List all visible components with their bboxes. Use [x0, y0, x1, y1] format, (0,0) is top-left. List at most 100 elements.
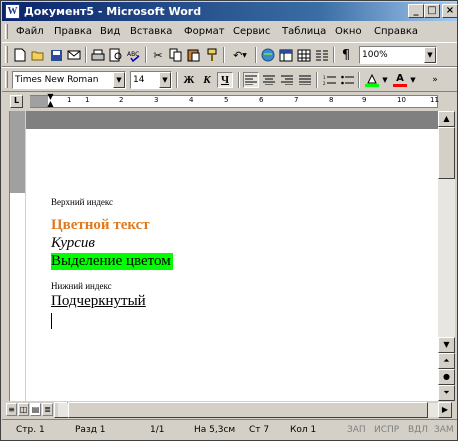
toolbar-separator — [85, 47, 87, 63]
vertical-scrollbar[interactable]: ▲ ▼ ⏶ ● ⏷ — [438, 111, 455, 401]
scroll-right-button[interactable]: ▶ — [438, 402, 452, 418]
menu-insert[interactable]: Вставка — [130, 26, 172, 37]
status-pages: 1/1 — [150, 425, 165, 435]
maximize-button[interactable]: □ — [424, 4, 440, 18]
ruler-number: 9 — [362, 96, 367, 104]
ruler-track[interactable] — [30, 95, 438, 108]
ruler-number: 2 — [119, 96, 124, 104]
bulleted-list-icon[interactable] — [339, 72, 355, 88]
normal-view-icon[interactable]: ≡ — [6, 403, 17, 416]
select-browse-object-button[interactable]: ● — [438, 369, 455, 385]
underline-button[interactable]: Ч — [217, 72, 233, 88]
indent-marker-icon[interactable]: ▼ ▲ — [46, 93, 55, 109]
chevron-down-icon[interactable]: ▼ — [159, 72, 171, 88]
font-color-icon[interactable]: A — [392, 72, 408, 88]
chevron-down-icon[interactable]: ▼ — [113, 72, 125, 88]
insert-table-icon[interactable] — [296, 47, 312, 63]
status-section: Разд 1 — [75, 425, 106, 435]
status-page: Стр. 1 — [16, 425, 45, 435]
font-size-select[interactable]: 14 ▼ — [130, 71, 172, 89]
highlighted-line[interactable]: Выделение цветом — [51, 253, 173, 270]
italic-line[interactable]: Курсив — [51, 235, 95, 252]
hyperlink-icon[interactable] — [260, 47, 276, 63]
status-overtype[interactable]: ЗАМ — [434, 425, 454, 435]
align-left-icon[interactable] — [243, 72, 259, 88]
toolbar-separator — [358, 72, 360, 88]
italic-button[interactable]: К — [199, 72, 215, 88]
toolbar-separator — [176, 72, 178, 88]
save-icon[interactable] — [48, 47, 64, 63]
horizontal-ruler[interactable]: L ▼ ▲ 1 1 2 3 4 5 6 7 8 9 10 11 — [2, 93, 457, 110]
font-color-dropdown-icon[interactable]: ▼ — [409, 72, 417, 88]
ruler-number: 1 — [85, 96, 90, 104]
columns-icon[interactable] — [314, 47, 330, 63]
menu-grip[interactable] — [5, 24, 8, 39]
toolbar-options-icon[interactable]: » — [430, 72, 440, 88]
open-folder-icon[interactable] — [30, 47, 46, 63]
new-document-icon[interactable] — [12, 47, 28, 63]
document-area[interactable]: Верхний индекс Цветной текст Курсив Выде… — [26, 111, 438, 401]
minimize-button[interactable]: _ — [408, 4, 424, 18]
chevron-down-icon[interactable]: ▼ — [424, 47, 436, 63]
toolbar-grip[interactable] — [5, 71, 8, 88]
justify-icon[interactable] — [297, 72, 313, 88]
email-icon[interactable] — [66, 47, 82, 63]
status-position: На 5,3см — [194, 425, 236, 435]
menu-file[interactable]: Файл — [16, 26, 44, 37]
next-page-button[interactable]: ⏷ — [438, 385, 455, 401]
horizontal-scroll-thumb[interactable] — [68, 402, 428, 418]
scroll-up-button[interactable]: ▲ — [438, 111, 455, 127]
vertical-ruler[interactable] — [9, 111, 25, 401]
align-center-icon[interactable] — [261, 72, 277, 88]
highlight-dropdown-icon[interactable]: ▼ — [381, 72, 389, 88]
menu-table[interactable]: Таблица — [282, 26, 326, 37]
print-icon[interactable] — [90, 47, 106, 63]
scroll-down-button[interactable]: ▼ — [438, 337, 455, 353]
scroll-thumb[interactable] — [438, 127, 455, 179]
tab-selector[interactable]: L — [10, 95, 23, 108]
word-app-icon[interactable]: W — [5, 4, 20, 19]
highlight-color-bar — [365, 83, 379, 87]
menu-tools[interactable]: Сервис — [233, 26, 270, 37]
font-name-select[interactable]: Times New Roman ▼ — [12, 71, 126, 89]
align-right-icon[interactable] — [279, 72, 295, 88]
status-record[interactable]: ЗАП — [347, 425, 366, 435]
outline-view-icon[interactable]: ≣ — [42, 403, 53, 416]
zoom-select[interactable]: 100% ▼ — [359, 46, 437, 64]
web-view-icon[interactable]: ◫ — [18, 403, 29, 416]
copy-icon[interactable] — [168, 47, 184, 63]
tables-borders-icon[interactable] — [278, 47, 294, 63]
previous-page-button[interactable]: ⏶ — [438, 353, 455, 369]
print-preview-icon[interactable] — [108, 47, 124, 63]
ruler-number: 4 — [189, 96, 194, 104]
bold-button[interactable]: Ж — [181, 72, 197, 88]
status-track-changes[interactable]: ИСПР — [374, 425, 399, 435]
menu-view[interactable]: Вид — [100, 26, 120, 37]
toolbar-grip[interactable] — [5, 46, 8, 63]
paste-icon[interactable] — [186, 47, 202, 63]
font-color-bar — [393, 83, 407, 87]
ruler-number: 8 — [329, 96, 334, 104]
status-extend[interactable]: ВДЛ — [408, 425, 428, 435]
status-line: Ст 7 — [249, 425, 270, 435]
numbered-list-icon[interactable]: 12 — [321, 72, 337, 88]
underlined-line[interactable]: Подчеркнутый — [51, 293, 146, 310]
spelling-icon[interactable]: ABC — [126, 47, 142, 63]
page-top-gap — [26, 111, 438, 129]
superscript-line[interactable]: Верхний индекс — [51, 197, 113, 207]
menu-edit[interactable]: Правка — [54, 26, 92, 37]
highlight-icon[interactable] — [364, 72, 380, 88]
show-formatting-icon[interactable]: ¶ — [338, 47, 354, 63]
format-painter-icon[interactable] — [204, 47, 220, 63]
menu-window[interactable]: Окно — [335, 26, 362, 37]
subscript-line[interactable]: Нижний индекс — [51, 281, 112, 291]
toolbar-separator — [333, 47, 335, 63]
print-layout-icon[interactable]: ▤ — [30, 403, 41, 416]
menu-format[interactable]: Формат — [184, 26, 225, 37]
horizontal-scroll-row: ≡ ◫ ▤ ≣ ◀ ▶ — [2, 402, 457, 418]
colored-text-line[interactable]: Цветной текст — [51, 217, 150, 234]
close-button[interactable]: × — [442, 4, 458, 18]
cut-icon[interactable]: ✂ — [150, 47, 166, 63]
menu-help[interactable]: Справка — [374, 26, 418, 37]
undo-icon[interactable]: ↶ ▼ — [228, 47, 252, 63]
